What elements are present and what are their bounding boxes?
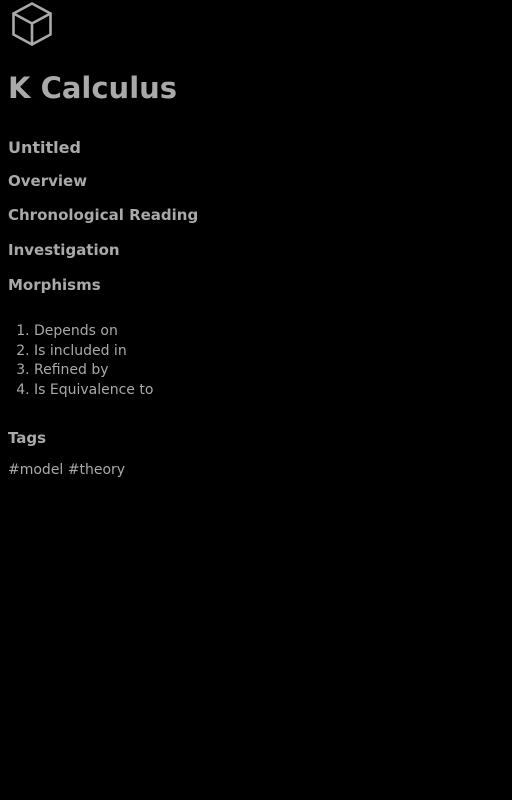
section-heading-investigation[interactable]: Investigation <box>8 239 120 261</box>
list-item[interactable]: Depends on <box>34 322 153 342</box>
section-heading-chronological-reading[interactable]: Chronological Reading <box>8 204 198 226</box>
tag-link-theory[interactable]: #theory <box>68 462 125 478</box>
list-item[interactable]: Is included in <box>34 342 153 362</box>
morphisms-list: Depends on Is included in Refined by Is … <box>8 322 153 400</box>
page-title: K Calculus <box>8 71 178 105</box>
list-item[interactable]: Refined by <box>34 361 153 381</box>
section-heading-morphisms[interactable]: Morphisms <box>8 274 101 296</box>
section-heading-tags[interactable]: Tags <box>8 427 46 449</box>
section-heading-overview[interactable]: Overview <box>8 170 87 192</box>
page-subtitle: Untitled <box>8 138 81 157</box>
list-item[interactable]: Is Equivalence to <box>34 381 153 401</box>
tag-link-model[interactable]: #model <box>8 462 63 478</box>
cube-icon[interactable] <box>10 1 54 47</box>
tags-list: #model #theory <box>8 460 125 480</box>
